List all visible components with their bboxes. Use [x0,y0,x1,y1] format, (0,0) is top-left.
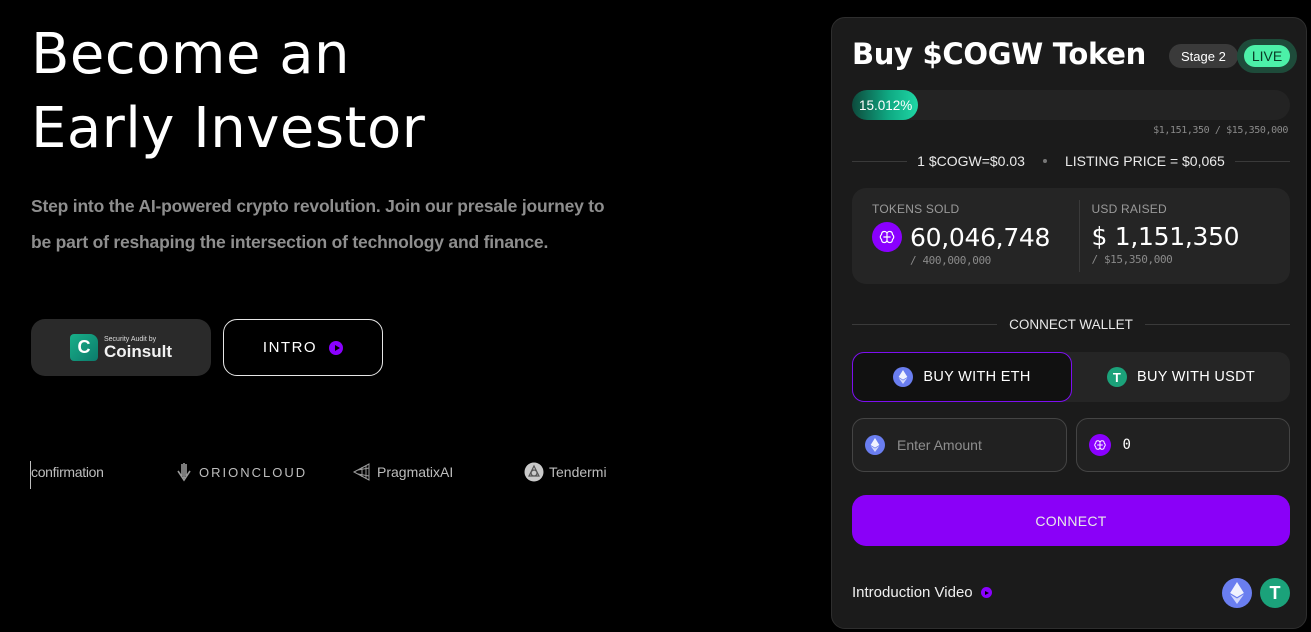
orion-arrow-icon [177,463,191,482]
eth-icon [865,435,885,455]
price-row: 1 $COGW=$0.03 LISTING PRICE = $0,065 [852,153,1290,169]
presale-title: Buy $COGW Token [852,37,1146,71]
connect-button[interactable]: CONNECT [852,495,1290,546]
partner-name: confirmation [31,464,104,480]
divider [1144,324,1290,325]
hero-subtitle: Step into the AI-powered crypto revoluti… [31,196,605,252]
introduction-video-link[interactable]: Introduction Video [852,584,992,601]
play-icon [980,587,992,598]
stage-badge: Stage 2 [1169,44,1238,68]
partner-tendermi: Tendermi [524,462,607,482]
progress-fill: 15.012% [852,90,918,120]
buy-usdt-label: BUY WITH USDT [1136,369,1256,385]
connect-wallet-label: CONNECT WALLET [1009,317,1133,332]
amount-inputs [852,418,1290,472]
hero-title: Become an Early Investor [31,18,631,166]
audit-brand-label: Coinsult [104,341,172,361]
live-badge-wrap: LIVE [1237,39,1297,73]
progress-caption: $1,151,350 / $15,350,000 [1153,125,1288,136]
pragmatix-mesh-icon [352,463,370,481]
intro-button-label: INTRO [262,339,318,356]
partner-name: PragmatixAI [377,464,454,480]
receive-amount-input[interactable] [1122,437,1263,453]
intro-video-label: Introduction Video [852,584,973,601]
dot-separator [1042,159,1047,163]
usdt-icon: T [1106,367,1127,387]
partner-pragmatixai: PragmatixAI [352,462,453,482]
stats-card: TOKENS SOLD 60,046,748 / 400,000,000 USD… [852,188,1290,284]
usd-raised-label: USD RAISED [1091,202,1167,216]
connect-wallet-heading: CONNECT WALLET [852,317,1290,332]
security-audit-button[interactable]: C Security Audit by Coinsult [31,319,211,376]
divider [852,324,998,325]
tab-buy-with-usdt[interactable]: T BUY WITH USDT [1072,352,1290,402]
hero-title-line1: Become an [31,22,351,87]
pay-amount-field[interactable] [852,418,1067,472]
hero-buttons: C Security Audit by Coinsult INTRO [31,319,383,376]
receive-amount-field[interactable] [1075,418,1290,472]
cogw-token-icon [872,222,902,252]
usd-raised-value: $ 1,151,350 [1091,222,1240,251]
progress-label: 15.012% [859,97,913,113]
partner-confirmation: confirmation [30,461,104,489]
tokens-sold-total: / 400,000,000 [910,254,991,267]
buy-eth-label: BUY WITH ETH [923,369,1031,385]
hero-section: Become an Early Investor Step into the A… [31,18,631,260]
live-badge: LIVE [1243,45,1291,67]
partner-orioncloud: ORIONCLOUD [174,462,307,482]
tokens-sold-label: TOKENS SOLD [872,202,960,216]
bracket-icon [30,461,36,489]
divider [852,160,908,162]
eth-icon [893,367,914,387]
cogw-token-icon [1088,434,1111,456]
usd-raised-total: / $15,350,000 [1091,253,1173,266]
tab-buy-with-eth[interactable]: BUY WITH ETH [852,352,1072,402]
usd-raised-main: $ 1,151,350 [1092,222,1279,251]
tokens-sold-main: 60,046,748 [872,222,1059,252]
tendermint-icon [524,462,544,482]
presale-progress-bar: 15.012% [852,90,1290,120]
token-price: 1 $COGW=$0.03 [917,153,1025,169]
pay-amount-input[interactable] [897,437,1037,453]
partner-name: ORIONCLOUD [199,464,308,480]
partner-name: Tendermi [549,464,607,480]
intro-button[interactable]: INTRO [223,319,383,376]
payment-tabs: BUY WITH ETH T BUY WITH USDT [852,352,1290,402]
usd-raised-stat: USD RAISED $ 1,151,350 / $15,350,000 [1078,200,1291,272]
usdt-icon: T [1260,578,1290,608]
tokens-sold-stat: TOKENS SOLD 60,046,748 / 400,000,000 [852,188,1079,284]
audit-text: Security Audit by Coinsult [104,336,172,360]
listing-price: LISTING PRICE = $0,065 [1064,153,1225,169]
divider [1234,160,1290,162]
play-icon [329,340,344,355]
tokens-sold-value: 60,046,748 [910,222,1051,252]
hero-title-line2: Early Investor [31,96,426,161]
supported-currencies: T [1222,578,1290,608]
presale-panel: Buy $COGW Token Stage 2 LIVE 15.012% $1,… [831,17,1307,629]
coinsult-logo-icon: C [70,334,98,361]
eth-icon [1222,578,1252,608]
